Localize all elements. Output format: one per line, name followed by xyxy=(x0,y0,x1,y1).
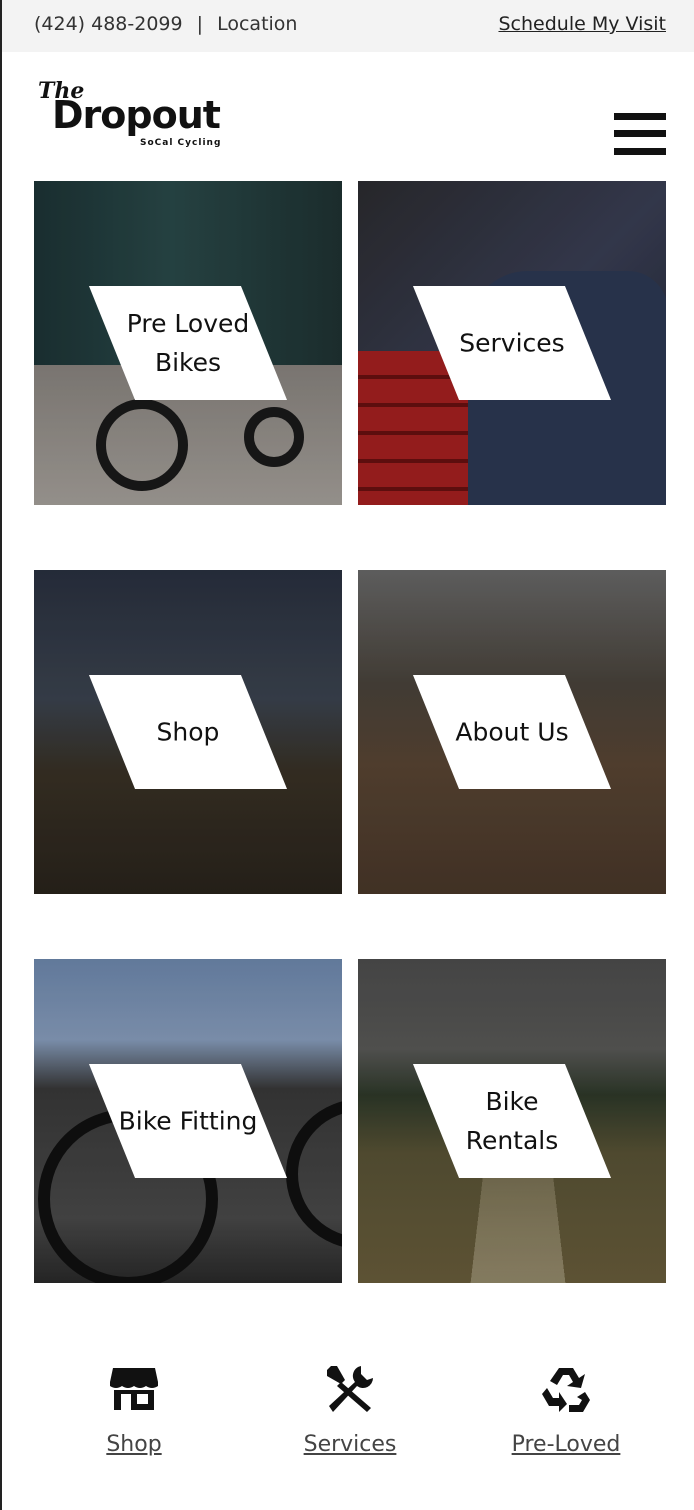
tile-pre-loved-bikes[interactable]: Pre Loved Bikes xyxy=(34,181,342,505)
hamburger-bar xyxy=(614,113,666,120)
hamburger-menu-icon[interactable] xyxy=(612,110,668,160)
tile-label: About Us xyxy=(455,717,569,747)
tile-label: Bike Rentals xyxy=(465,1087,559,1155)
site-logo[interactable]: The Dropout SoCal Cycling xyxy=(36,78,230,154)
tile-bike-fitting[interactable]: Bike Fitting xyxy=(34,959,342,1283)
tile-shop[interactable]: Shop xyxy=(34,570,342,894)
location-link[interactable]: Location xyxy=(217,13,297,35)
tile-about-us[interactable]: About Us xyxy=(358,570,666,894)
separator: | xyxy=(196,13,204,35)
bottom-nav-label: Shop xyxy=(106,1432,162,1457)
bottom-nav-pre-loved[interactable]: Pre-Loved xyxy=(476,1350,656,1457)
bottom-nav-label: Services xyxy=(303,1432,397,1457)
storefront-icon xyxy=(110,1368,158,1410)
tile-label: Pre Loved Bikes xyxy=(126,309,250,377)
recycle-icon xyxy=(542,1368,590,1412)
tile-label: Bike Fitting xyxy=(118,1106,258,1136)
hamburger-bar xyxy=(614,148,666,155)
logo-name: Dropout xyxy=(52,93,221,137)
contact-info: (424) 488-2099 | Location xyxy=(34,13,297,35)
bottom-nav: Shop Services Pre-Loved xyxy=(0,1350,694,1470)
top-bar: (424) 488-2099 | Location Schedule My Vi… xyxy=(2,0,694,52)
tools-icon xyxy=(327,1366,373,1412)
tile-bike-rentals[interactable]: Bike Rentals xyxy=(358,959,666,1283)
tile-label: Shop xyxy=(156,717,220,747)
tile-label: Services xyxy=(459,328,565,358)
schedule-visit-link[interactable]: Schedule My Visit xyxy=(498,13,666,35)
bottom-nav-shop[interactable]: Shop xyxy=(44,1350,224,1457)
hamburger-bar xyxy=(614,130,666,137)
bottom-nav-label: Pre-Loved xyxy=(511,1432,621,1457)
phone-link[interactable]: (424) 488-2099 xyxy=(34,13,183,35)
window-edge xyxy=(0,0,2,1510)
tile-services[interactable]: Services xyxy=(358,181,666,505)
logo-tagline: SoCal Cycling xyxy=(140,138,222,148)
bottom-nav-services[interactable]: Services xyxy=(260,1350,440,1457)
